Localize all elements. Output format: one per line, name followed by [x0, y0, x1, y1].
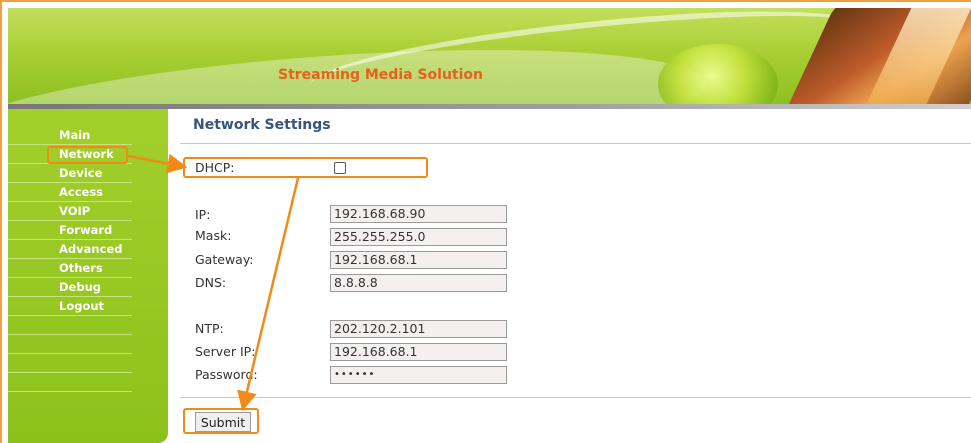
title-divider	[180, 143, 971, 144]
sidebar-item-voip[interactable]: VOIP	[8, 202, 132, 221]
server-ip-field[interactable]: 192.168.68.1	[330, 343, 507, 361]
sidebar-nav: Main Network Device Access VOIP Forward …	[8, 126, 132, 392]
sidebar-spacer	[8, 335, 132, 354]
sidebar-item-logout[interactable]: Logout	[8, 297, 132, 316]
ntp-field[interactable]: 202.120.2.101	[330, 320, 507, 338]
server-ip-label: Server IP:	[195, 344, 256, 359]
ip-field[interactable]: 192.168.68.90	[330, 205, 507, 223]
mask-label: Mask:	[195, 228, 232, 243]
sidebar-item-main[interactable]: Main	[8, 126, 132, 145]
mask-field[interactable]: 255.255.255.0	[330, 228, 507, 246]
sidebar-spacer	[8, 316, 132, 335]
form-divider	[180, 397, 971, 398]
password-field[interactable]: ••••••	[330, 366, 507, 384]
sidebar-item-others[interactable]: Others	[8, 259, 132, 278]
sidebar-item-access[interactable]: Access	[8, 183, 132, 202]
header-banner: Streaming Media Solution	[8, 8, 971, 106]
sidebar-item-device[interactable]: Device	[8, 164, 132, 183]
ntp-label: NTP:	[195, 321, 224, 336]
dhcp-checkbox[interactable]	[334, 162, 346, 174]
gateway-field[interactable]: 192.168.68.1	[330, 251, 507, 269]
sidebar-spacer	[8, 373, 132, 392]
password-label: Password:	[195, 367, 258, 382]
gateway-label: Gateway:	[195, 252, 254, 267]
banner-title: Streaming Media Solution	[278, 67, 483, 83]
sidebar-spacer	[8, 354, 132, 373]
dns-label: DNS:	[195, 275, 227, 290]
sidebar-item-advanced[interactable]: Advanced	[8, 240, 132, 259]
network-highlight-box	[47, 146, 128, 164]
banner-swoosh-line	[305, 8, 871, 106]
dhcp-label: DHCP:	[195, 160, 235, 175]
submit-button[interactable]: Submit	[195, 412, 251, 432]
sidebar-item-forward[interactable]: Forward	[8, 221, 132, 240]
page-title: Network Settings	[193, 117, 331, 133]
ip-label: IP:	[195, 207, 211, 222]
dns-field[interactable]: 8.8.8.8	[330, 274, 507, 292]
sidebar-item-debug[interactable]: Debug	[8, 278, 132, 297]
